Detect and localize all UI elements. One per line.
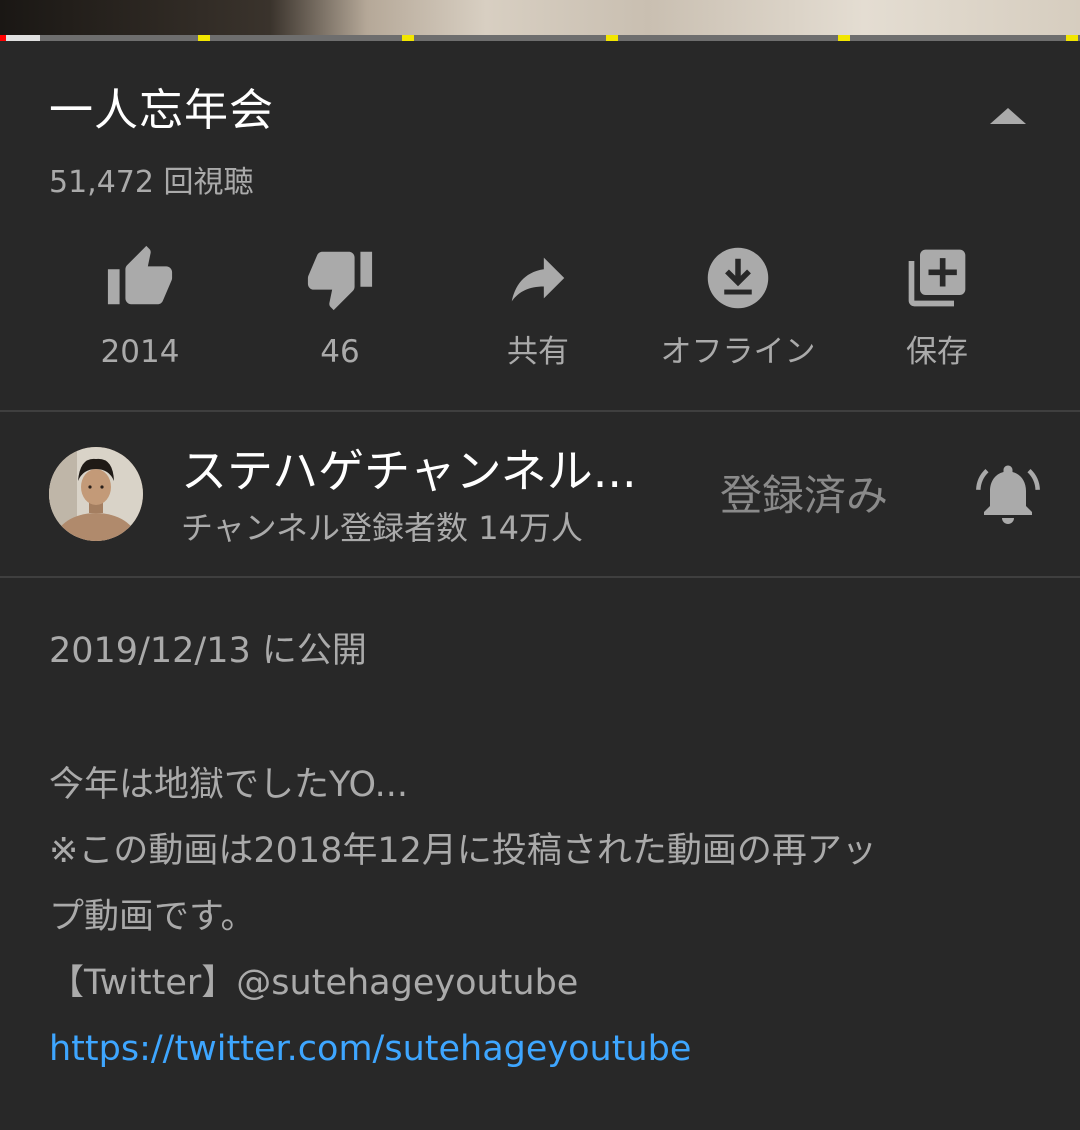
share-arrow-icon — [511, 257, 565, 302]
description-line: 今年は地獄でしたYO... — [49, 765, 408, 805]
description-line: ※この動画は2018年12月に投稿された動画の再アッ — [49, 831, 877, 871]
dislike-button[interactable]: 46 — [240, 242, 440, 382]
like-count: 2014 — [100, 334, 180, 370]
progress-buffered — [0, 35, 40, 41]
chevron-up-icon — [990, 108, 1026, 124]
bell-icon — [976, 465, 1040, 524]
dislike-count: 46 — [320, 334, 360, 370]
offline-button[interactable]: オフライン — [638, 242, 838, 382]
twitter-link[interactable]: https://twitter.com/sutehageyoutube — [49, 1026, 691, 1072]
progress-played — [0, 35, 6, 41]
save-label: 保存 — [906, 334, 968, 370]
progress-bar[interactable] — [0, 35, 1080, 41]
video-title: 一人忘年会 — [49, 85, 274, 136]
notification-bell-button[interactable] — [972, 458, 1044, 530]
collapse-button[interactable] — [982, 98, 1034, 134]
channel-name[interactable]: ステハゲチャンネル... — [181, 442, 651, 500]
share-button[interactable]: 共有 — [438, 242, 638, 382]
ad-marker — [198, 35, 210, 41]
like-button[interactable]: 2014 — [40, 242, 240, 382]
download-icon — [707, 247, 769, 309]
avatar-image — [49, 447, 143, 541]
ad-marker — [1066, 35, 1078, 41]
subscriber-count: チャンネル登録者数 14万人 — [181, 509, 583, 547]
view-count: 51,472 回視聴 — [49, 165, 254, 200]
action-bar: 2014 46 共有 オフライン 保存 — [40, 242, 1040, 382]
thumb-down-icon — [307, 251, 373, 311]
save-button[interactable]: 保存 — [837, 242, 1037, 382]
ad-marker — [402, 35, 414, 41]
video-player-frame[interactable] — [0, 0, 1080, 35]
offline-label: オフライン — [660, 334, 816, 370]
share-label: 共有 — [507, 334, 569, 370]
thumb-up-icon — [107, 245, 173, 305]
description-line: 【Twitter】@sutehageyoutube — [49, 963, 579, 1003]
subscribed-button[interactable]: 登録済み — [720, 468, 888, 524]
publish-date: 2019/12/13 に公開 — [49, 631, 367, 671]
add-to-playlist-icon — [908, 249, 966, 307]
divider — [0, 410, 1080, 412]
description-line: プ動画です。 — [49, 897, 256, 937]
video-watch-page: 一人忘年会 51,472 回視聴 2014 46 共有 オフライン 保存 ステハ… — [0, 0, 1080, 1130]
ad-marker — [606, 35, 618, 41]
divider — [0, 576, 1080, 578]
channel-avatar[interactable] — [49, 447, 143, 541]
ad-marker — [838, 35, 850, 41]
